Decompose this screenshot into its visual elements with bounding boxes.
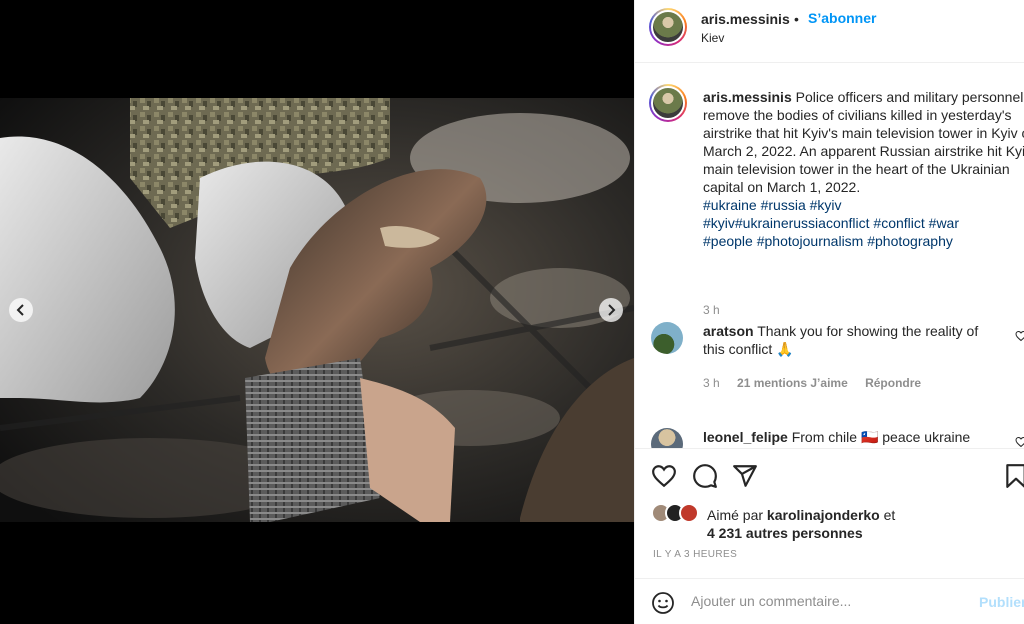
smiley-icon[interactable]	[651, 591, 675, 615]
comment-text: aratson Thank you for showing the realit…	[703, 322, 1003, 358]
commenter-avatar[interactable]	[651, 322, 683, 354]
header-separator: •	[794, 11, 799, 27]
comment-text: leonel_felipe From chile 🇨🇱 peace ukrain…	[703, 428, 1003, 446]
likes-suffix: et	[883, 507, 896, 523]
comment-time[interactable]: 3 h	[703, 376, 720, 390]
photo-graphic	[0, 98, 634, 522]
likes-user[interactable]: karolinajonderko	[767, 507, 880, 523]
post-photo[interactable]	[0, 98, 634, 522]
comment-body: From chile 🇨🇱 peace ukraine	[791, 429, 971, 445]
commenter-username[interactable]: leonel_felipe	[703, 429, 788, 445]
comment-input[interactable]	[691, 593, 971, 609]
follow-button[interactable]: S’abonner	[808, 10, 876, 26]
liker-avatars[interactable]	[651, 503, 707, 525]
paper-plane-icon[interactable]	[732, 463, 758, 489]
author-avatar[interactable]	[649, 8, 687, 46]
post-header: aris.messinis • S’abonner Kiev	[635, 0, 1024, 63]
commenter-username[interactable]: aratson	[703, 323, 754, 339]
comment-bubble-icon[interactable]	[692, 463, 718, 489]
post-media	[0, 0, 634, 624]
reply-button[interactable]: Répondre	[865, 376, 921, 390]
caption-text: aris.messinis Police officers and milita…	[703, 88, 1024, 250]
chevron-right-icon	[608, 304, 616, 316]
previous-photo-button[interactable]	[9, 298, 33, 322]
posted-time[interactable]: IL Y A 3 HEURES	[653, 549, 737, 560]
publish-button[interactable]: Publier	[979, 594, 1024, 610]
likes-text: Aimé par karolinajonderko et 4 231 autre…	[707, 506, 895, 542]
liker-avatar	[679, 503, 699, 523]
commenter-avatar[interactable]	[651, 428, 683, 448]
comment-likes[interactable]: 21 mentions J’aime	[737, 376, 848, 390]
comment-item: aratson Thank you for showing the realit…	[649, 322, 1024, 392]
likes-summary: Aimé par karolinajonderko et 4 231 autre…	[651, 503, 1021, 543]
hashtags-line-2[interactable]: #kyiv#ukrainerussiaconflict #conflict #w…	[703, 215, 959, 231]
bookmark-icon[interactable]	[1003, 463, 1024, 489]
comments-list[interactable]: aris.messinis Police officers and milita…	[635, 64, 1024, 448]
next-photo-button[interactable]	[599, 298, 623, 322]
author-username[interactable]: aris.messinis	[701, 11, 790, 27]
likes-others[interactable]: 4 231 autres personnes	[707, 525, 863, 541]
caption-username[interactable]: aris.messinis	[703, 89, 792, 105]
comment-meta: 3 h 21 mentions J’aime Répondre	[703, 376, 935, 390]
comment-like-heart-icon[interactable]	[1015, 330, 1024, 342]
post-location[interactable]: Kiev	[701, 31, 724, 45]
post-actions: Aimé par karolinajonderko et 4 231 autre…	[635, 448, 1024, 578]
caption-avatar[interactable]	[649, 84, 687, 122]
heart-icon[interactable]	[651, 463, 677, 489]
hashtags-line-3[interactable]: #people #photojournalism #photography	[703, 233, 953, 249]
comment-composer: Publier	[635, 578, 1024, 624]
caption-time[interactable]: 3 h	[703, 303, 720, 317]
comment-like-heart-icon[interactable]	[1015, 436, 1024, 448]
hashtags-line-1[interactable]: #ukraine #russia #kyiv	[703, 197, 842, 213]
likes-prefix: Aimé par	[707, 507, 764, 523]
comment-item: leonel_felipe From chile 🇨🇱 peace ukrain…	[649, 428, 1024, 448]
post-sidebar: aris.messinis • S’abonner Kiev aris.mess…	[634, 0, 1024, 624]
chevron-left-icon	[16, 304, 24, 316]
